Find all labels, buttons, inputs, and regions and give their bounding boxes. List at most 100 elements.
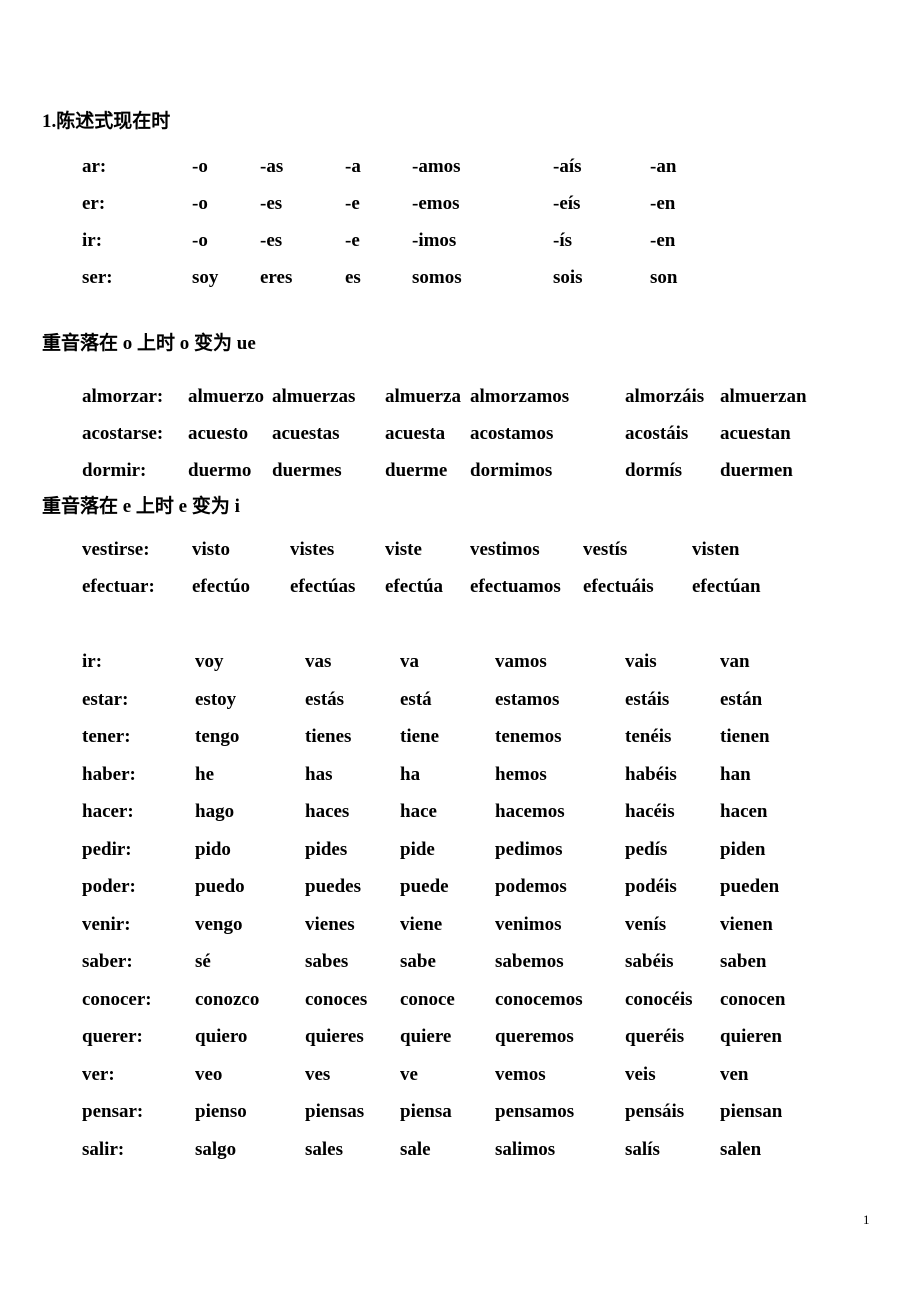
verb-form-cell: es — [345, 267, 361, 288]
verb-form-cell: hacéis — [625, 801, 675, 822]
verb-form-cell: -en — [650, 193, 676, 214]
verb-form-cell: vienen — [720, 913, 773, 935]
verb-form-cell: están — [720, 688, 763, 710]
verb-form-cell: pido — [195, 838, 231, 860]
verb-form-cell: vais — [625, 651, 657, 672]
conjugation-row: almorzar: almuerzo almuerzas almuerza almorz… — [40, 385, 840, 409]
verb-form-cell: ha — [400, 763, 421, 785]
conjugation-row: ir: -o -es -e -imos -ís -en — [40, 229, 840, 253]
verb-infinitive-label: almorzar: — [82, 386, 164, 407]
verb-form-cell: estamos — [495, 688, 560, 710]
verb-form-cell: quiere — [400, 1026, 452, 1047]
verb-form-cell: -o — [192, 156, 208, 177]
verb-form-cell: -es — [260, 230, 283, 251]
verb-form-cell: acuestas — [272, 423, 340, 444]
verb-form-cell: duermo — [188, 460, 252, 481]
conjugation-row: poder: puedo puedes puede podemos podéis puede… — [40, 875, 840, 899]
verb-form-cell: efectúas — [290, 576, 356, 597]
conjugation-row: ver: veo ves ve vemos veis ven — [40, 1063, 840, 1087]
verb-form-cell: pedimos — [495, 838, 563, 860]
verb-infinitive-label: acostarse: — [82, 423, 164, 444]
verb-form-cell: efectúa — [385, 576, 444, 597]
verb-form-cell: acuesta — [385, 423, 446, 444]
verb-form-cell: vengo — [195, 913, 243, 935]
verb-form-cell: almuerzan — [720, 386, 807, 407]
verb-form-cell: eres — [260, 267, 293, 288]
section-heading-indicative-present: 1.陈述式现在时 — [42, 111, 171, 132]
verb-form-cell: puedes — [305, 876, 361, 897]
verb-form-cell: vas — [305, 651, 332, 672]
conjugation-row: ir: voy vas va vamos vais van — [40, 650, 840, 674]
verb-form-cell: saben — [720, 951, 767, 972]
verb-form-cell: -an — [650, 156, 677, 177]
verb-form-cell: quieres — [305, 1026, 364, 1047]
verb-infinitive-label: venir: — [82, 913, 131, 935]
verb-form-cell: pide — [400, 838, 435, 860]
page-number: 1 — [863, 1212, 870, 1227]
verb-infinitive-label: efectuar: — [82, 576, 155, 597]
verb-form-cell: soy — [192, 267, 219, 288]
verb-form-cell: piensas — [305, 1101, 365, 1122]
verb-form-cell: puedo — [195, 876, 245, 897]
verb-form-cell: hacemos — [495, 801, 565, 822]
verb-form-cell: viste — [385, 539, 422, 560]
conjugation-row: querer: quiero quieres quiere queremos queréi… — [40, 1025, 840, 1049]
verb-form-cell: conoces — [305, 988, 368, 1010]
verb-infinitive-label: ir: — [82, 651, 103, 672]
verb-form-cell: duermes — [272, 460, 342, 481]
verb-form-cell: -amos — [412, 156, 461, 177]
verb-infinitive-label: ir: — [82, 230, 103, 251]
verb-form-cell: salís — [625, 1138, 660, 1160]
verb-infinitive-label: haber: — [82, 763, 136, 785]
verb-form-cell: pensáis — [625, 1101, 685, 1122]
verb-form-cell: van — [720, 651, 750, 672]
verb-form-cell: piden — [720, 838, 766, 860]
verb-form-cell: sois — [553, 267, 583, 288]
verb-form-cell: pensamos — [495, 1101, 575, 1122]
verb-form-cell: dormís — [625, 460, 682, 481]
verb-infinitive-label: poder: — [82, 876, 136, 897]
verb-infinitive-label: pensar: — [82, 1101, 144, 1122]
verb-form-cell: acuesto — [188, 423, 249, 444]
verb-infinitive-label: vestirse: — [82, 539, 150, 560]
verb-form-cell: tenéis — [625, 726, 672, 747]
verb-infinitive-label: saber: — [82, 951, 133, 972]
verb-form-cell: -eís — [553, 193, 581, 214]
verb-form-cell: acostamos — [470, 423, 554, 444]
verb-form-cell: -e — [345, 193, 360, 214]
verb-form-cell: sabéis — [625, 951, 674, 972]
verb-form-cell: quieren — [720, 1026, 782, 1047]
conjugation-row: ar: -o -as -a -amos -aís -an — [40, 155, 840, 179]
verb-form-cell: queréis — [625, 1026, 685, 1047]
verb-infinitive-label: er: — [82, 193, 106, 214]
verb-form-cell: veo — [195, 1063, 223, 1085]
verb-infinitive-label: tener: — [82, 726, 131, 747]
conjugation-row: conocer: conozco conoces conoce conocemos con… — [40, 988, 840, 1012]
verb-form-cell: duerme — [385, 460, 448, 481]
verb-form-cell: salgo — [195, 1138, 237, 1160]
verb-form-cell: almorzáis — [625, 386, 705, 407]
verb-form-cell: -o — [192, 230, 208, 251]
conjugation-row: pedir: pido pides pide pedimos pedís piden — [40, 838, 840, 862]
verb-form-cell: sales — [305, 1138, 343, 1160]
verb-infinitive-label: dormir: — [82, 460, 147, 481]
verb-form-cell: piensa — [400, 1101, 452, 1122]
verb-form-cell: conozco — [195, 988, 260, 1010]
verb-form-cell: vestimos — [470, 539, 540, 560]
verb-form-cell: visto — [192, 539, 230, 560]
conjugation-row: er: -o -es -e -emos -eís -en — [40, 192, 840, 216]
verb-form-cell: pides — [305, 838, 348, 860]
conjugation-row: venir: vengo vienes viene venimos venís vienen — [40, 913, 840, 937]
verb-form-cell: conoce — [400, 988, 455, 1010]
verb-form-cell: salimos — [495, 1138, 556, 1160]
verb-form-cell: pedís — [625, 838, 668, 860]
verb-form-cell: podemos — [495, 876, 567, 897]
verb-form-cell: podéis — [625, 876, 677, 897]
verb-form-cell: tengo — [195, 726, 240, 747]
verb-form-cell: hacen — [720, 801, 768, 822]
verb-form-cell: -as — [260, 156, 284, 177]
verb-form-cell: ves — [305, 1063, 331, 1085]
verb-infinitive-label: hacer: — [82, 801, 134, 822]
conjugation-row: estar: estoy estás está estamos estáis están — [40, 688, 840, 712]
verb-form-cell: -o — [192, 193, 208, 214]
